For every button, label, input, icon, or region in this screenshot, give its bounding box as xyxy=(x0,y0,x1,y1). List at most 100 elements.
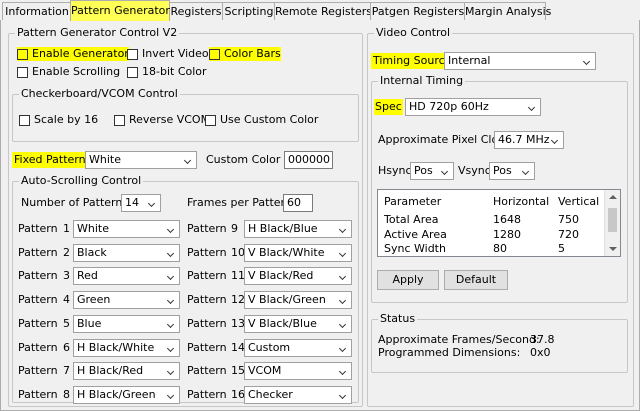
chevron-down-icon xyxy=(335,387,351,403)
chevron-down-icon xyxy=(579,53,595,69)
pattern-select-10[interactable]: V Black/White xyxy=(244,243,352,262)
pattern-number: 5 xyxy=(63,316,70,330)
frames-per-pattern-label: Frames per Pattern xyxy=(187,196,292,209)
frames-per-pattern-input[interactable]: 60 xyxy=(283,194,313,212)
tab-registers[interactable]: Registers xyxy=(168,2,224,20)
tab-margin-analysis[interactable]: Margin Analysis xyxy=(464,2,551,20)
pattern-number: 13 xyxy=(231,316,245,330)
pattern-select-9[interactable]: H Black/Blue xyxy=(244,220,352,238)
enable-scrolling-checkbox[interactable]: Enable Scrolling xyxy=(17,65,120,79)
column-header-parameter[interactable]: Parameter xyxy=(384,195,441,209)
pattern-select-11[interactable]: V Black/Red xyxy=(244,267,352,286)
spec-select[interactable]: HD 720p 60Hz xyxy=(405,98,541,116)
pixel-clock-select[interactable]: 46.7 MHz xyxy=(494,131,564,149)
hsync-select[interactable]: Pos xyxy=(410,162,454,180)
chevron-down-icon xyxy=(437,163,453,179)
tab-scripting[interactable]: Scripting xyxy=(222,2,276,20)
pattern-select-12[interactable]: V Black/Green xyxy=(244,291,352,310)
pattern-label: Pattern xyxy=(18,364,58,378)
internal-timing-group: Internal Timing Spec HD 720p 60Hz Approx… xyxy=(371,74,628,303)
pattern-number: 10 xyxy=(231,245,245,259)
pattern-select-15[interactable]: VCOM xyxy=(244,362,352,381)
pattern-select-3[interactable]: Red xyxy=(73,267,180,286)
pattern-number: 3 xyxy=(63,269,70,283)
status-group: Status Approximate Frames/Second: 37.8 P… xyxy=(371,312,628,373)
scroll-up-icon[interactable] xyxy=(609,195,617,199)
apply-button[interactable]: Apply xyxy=(377,270,439,290)
pattern-select-1[interactable]: White xyxy=(73,220,180,238)
custom-color-label: Custom Color # xyxy=(206,153,294,166)
chevron-down-icon xyxy=(335,340,351,356)
pattern-number: 4 xyxy=(63,293,70,307)
pixel-clock-label: Approximate Pixel Clock xyxy=(378,133,511,146)
enable-generator-checkbox[interactable]: Enable Generator xyxy=(17,47,129,61)
fixed-pattern-select[interactable]: White xyxy=(85,151,197,169)
pattern-select-14[interactable]: Custom xyxy=(244,338,352,357)
checkerboard-group: Checkerboard/VCOM Control Scale by 16 Re… xyxy=(12,87,359,142)
pattern-label: Pattern xyxy=(18,340,58,354)
table-cell: Sync Width xyxy=(384,242,446,255)
pattern-number: 14 xyxy=(231,340,245,354)
custom-color-input[interactable]: 000000 xyxy=(284,151,333,169)
color-bars-checkbox[interactable]: Color Bars xyxy=(209,47,281,61)
tab-information[interactable]: Information xyxy=(2,2,72,20)
pattern-label: Pattern xyxy=(187,364,227,378)
num-patterns-select[interactable]: 14 xyxy=(121,194,161,212)
pattern-number: 9 xyxy=(231,222,238,235)
pattern-select-16[interactable]: Checker xyxy=(244,385,352,404)
scale-by-16-checkbox[interactable]: Scale by 16 xyxy=(19,113,98,127)
pattern-number: 2 xyxy=(63,245,70,259)
column-header-horizontal[interactable]: Horizontal xyxy=(493,195,549,209)
scroll-down-icon[interactable] xyxy=(609,247,617,251)
invert-video-checkbox[interactable]: Invert Video xyxy=(127,47,209,61)
video-control-group: Video Control Timing Source Internal Int… xyxy=(367,26,634,407)
pattern-label: Pattern xyxy=(18,245,58,259)
table-cell: Active Area xyxy=(384,228,447,241)
chevron-down-icon xyxy=(335,363,351,379)
pattern-select-5[interactable]: Blue xyxy=(73,314,180,333)
column-header-vertical[interactable]: Vertical xyxy=(558,195,599,209)
pattern-label: Pattern xyxy=(18,293,58,307)
pattern-number: 11 xyxy=(231,269,245,283)
pattern-number: 7 xyxy=(63,364,70,378)
vsync-select[interactable]: Pos xyxy=(489,162,535,180)
table-cell: 1648 xyxy=(493,213,521,226)
pattern-select-4[interactable]: Green xyxy=(73,291,180,310)
pattern-number: 16 xyxy=(231,387,245,401)
internal-timing-title: Internal Timing xyxy=(378,74,466,87)
status-title: Status xyxy=(378,312,418,325)
pattern-select-7[interactable]: H Black/Red xyxy=(73,362,180,381)
auto-scrolling-group: Auto-Scrolling Control Number of Pattern… xyxy=(12,174,359,404)
18bit-color-checkbox[interactable]: 18-bit Color xyxy=(127,65,207,79)
video-control-title: Video Control xyxy=(374,26,453,39)
num-patterns-label: Number of Patterns xyxy=(21,196,129,209)
chevron-down-icon xyxy=(163,221,179,237)
pattern-select-13[interactable]: V Black/Blue xyxy=(244,314,352,333)
tab-remote-registers[interactable]: Remote Registers xyxy=(274,2,372,20)
chevron-down-icon xyxy=(524,99,540,115)
use-custom-color-checkbox[interactable]: Use Custom Color xyxy=(205,113,318,127)
chevron-down-icon xyxy=(335,245,351,261)
timing-source-select[interactable]: Internal xyxy=(444,52,596,70)
vertical-scrollbar[interactable] xyxy=(604,190,620,256)
default-button[interactable]: Default xyxy=(444,270,508,290)
pattern-label: Pattern xyxy=(187,245,227,259)
pattern-label: Pattern xyxy=(18,222,58,235)
tab-pattern-generator[interactable]: Pattern Generator xyxy=(70,0,170,21)
checkerboard-title: Checkerboard/VCOM Control xyxy=(19,87,180,100)
table-cell: 720 xyxy=(558,228,579,241)
scroll-thumb[interactable] xyxy=(608,208,617,232)
pattern-select-2[interactable]: Black xyxy=(73,243,180,262)
chevron-down-icon xyxy=(163,245,179,261)
pattern-select-6[interactable]: H Black/White xyxy=(73,338,180,357)
reverse-vcom-checkbox[interactable]: Reverse VCOM xyxy=(114,113,210,127)
pattern-select-8[interactable]: H Black/Green xyxy=(73,385,180,404)
pattern-label: Pattern xyxy=(18,387,58,401)
pattern-label: Pattern xyxy=(187,269,227,283)
hsync-label: Hsync xyxy=(378,164,412,177)
tab-patgen-registers[interactable]: Patgen Registers xyxy=(370,2,466,20)
chevron-down-icon xyxy=(335,268,351,284)
vsync-label: Vsync xyxy=(458,164,491,177)
timing-parameters-table[interactable]: Parameter Horizontal Vertical Total Area… xyxy=(377,189,621,257)
pattern-number: 1 xyxy=(63,222,70,235)
